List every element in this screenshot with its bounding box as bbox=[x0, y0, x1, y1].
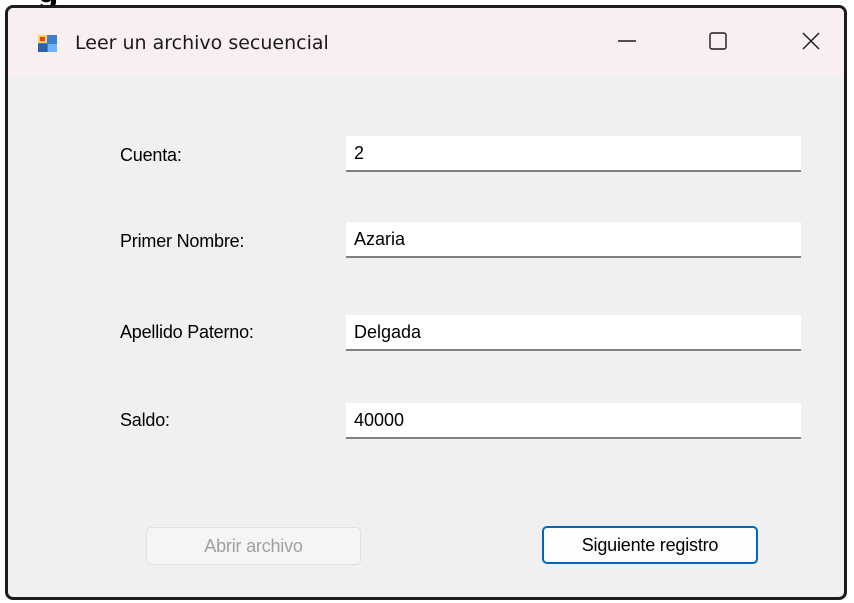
minimize-icon bbox=[616, 30, 638, 56]
close-icon bbox=[800, 30, 822, 56]
windows-forms-app-icon bbox=[37, 33, 58, 54]
balance-input[interactable] bbox=[346, 403, 801, 439]
first-name-label: Primer Nombre: bbox=[120, 231, 245, 251]
last-name-input[interactable] bbox=[346, 315, 801, 351]
first-name-input[interactable] bbox=[346, 222, 801, 258]
title-bar[interactable]: Leer un archivo secuencial bbox=[8, 8, 844, 76]
maximize-icon bbox=[707, 30, 729, 56]
balance-label: Saldo: bbox=[120, 410, 170, 430]
maximize-button[interactable] bbox=[693, 18, 743, 68]
close-button[interactable] bbox=[786, 18, 836, 68]
next-record-button[interactable]: Siguiente registro bbox=[542, 526, 758, 564]
minimize-button[interactable] bbox=[602, 18, 652, 68]
window-title: Leer un archivo secuencial bbox=[75, 32, 329, 54]
account-label: Cuenta: bbox=[120, 145, 182, 165]
open-file-button[interactable]: Abrir archivo bbox=[146, 527, 361, 565]
last-name-label: Apellido Paterno: bbox=[120, 322, 254, 342]
account-input[interactable] bbox=[346, 136, 801, 172]
app-window: Leer un archivo secuencial Cuenta: Prime… bbox=[5, 5, 847, 600]
